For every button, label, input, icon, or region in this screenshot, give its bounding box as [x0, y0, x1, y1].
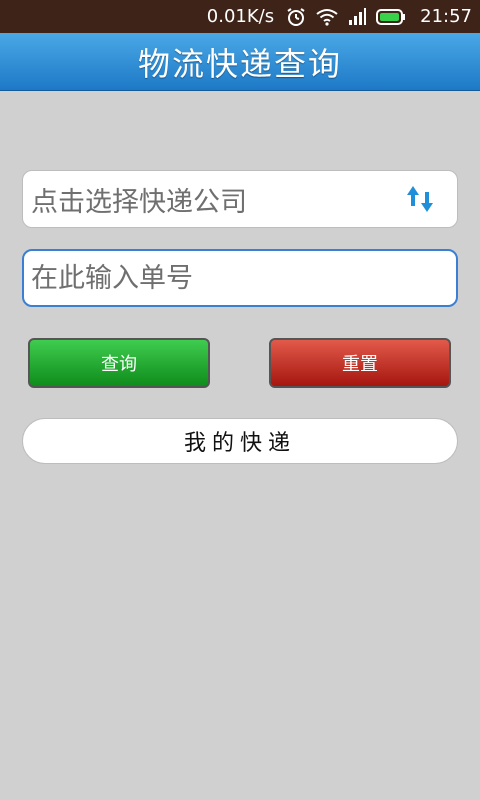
- courier-company-selector[interactable]: 点击选择快递公司: [22, 170, 458, 228]
- network-speed: 0.01K/s: [206, 6, 275, 27]
- alarm-icon: [286, 7, 306, 27]
- courier-company-placeholder: 点击选择快递公司: [31, 186, 247, 218]
- clock: 21:57: [420, 6, 472, 27]
- signal-icon: [348, 7, 367, 26]
- tracking-number-input[interactable]: [22, 249, 458, 307]
- battery-icon: [376, 8, 406, 25]
- query-button[interactable]: 查询: [28, 338, 210, 388]
- my-packages-button[interactable]: 我的快递: [22, 418, 458, 464]
- title-bar: 物流快递查询: [0, 33, 480, 91]
- wifi-icon: [316, 8, 338, 26]
- status-bar: 0.01K/s 21:57: [0, 0, 480, 33]
- reset-button[interactable]: 重置: [269, 338, 451, 388]
- page-title: 物流快递查询: [137, 44, 342, 83]
- swap-arrows-icon: [405, 184, 435, 214]
